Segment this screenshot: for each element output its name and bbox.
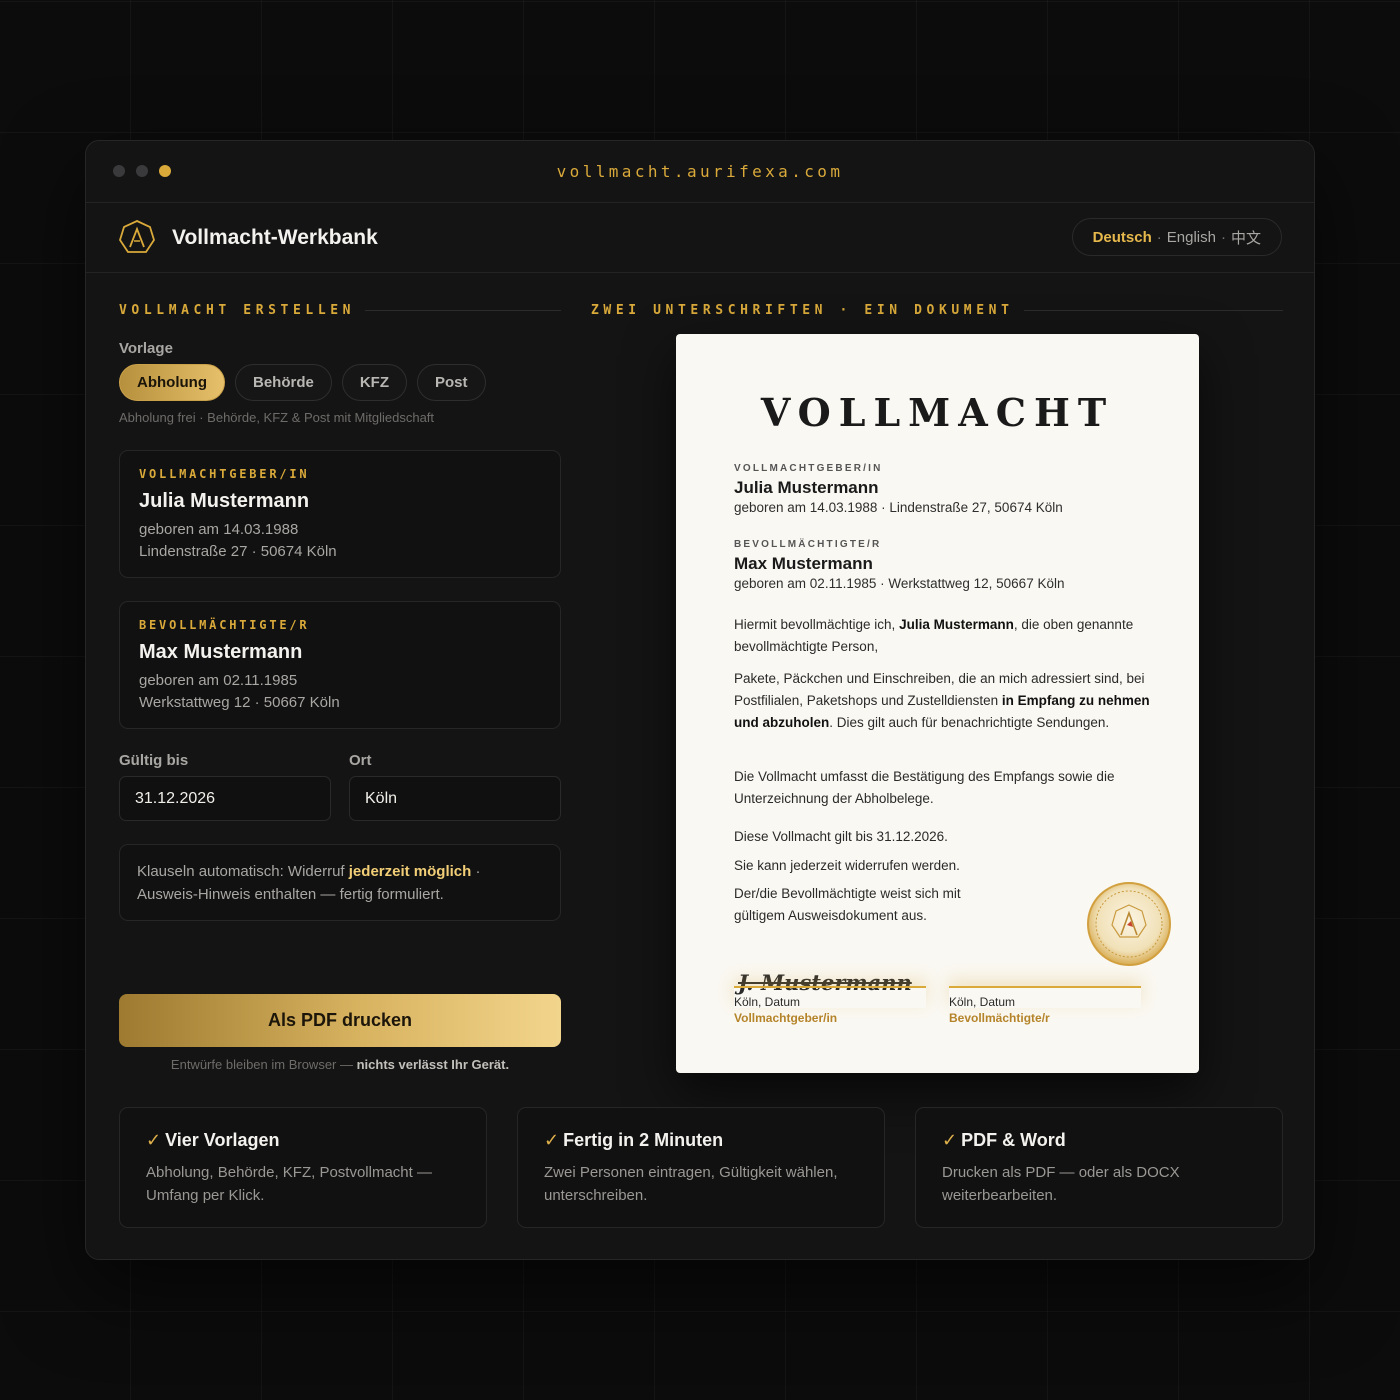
doc-paragraph-4: Diese Vollmacht gilt bis 31.12.2026. [734, 829, 948, 844]
print-pdf-button[interactable]: Als PDF drucken [119, 994, 561, 1047]
grantor-name: Julia Mustermann [139, 490, 310, 512]
agent-name: Max Mustermann [139, 641, 303, 663]
divider [365, 310, 561, 311]
doc-paragraph-6: Der/die Bevollmächtigte weist sich mit g… [734, 886, 961, 923]
feature-desc: Drucken als PDF — oder als DOCX weiterbe… [942, 1164, 1180, 1204]
doc-p1-a: Hiermit bevollmächtige ich, [734, 617, 900, 632]
check-icon: ✓ [544, 1130, 560, 1150]
lang-chinese[interactable]: 中文 [1231, 227, 1261, 248]
check-icon: ✓ [146, 1130, 162, 1150]
app-title: Vollmacht-Werkbank [172, 225, 378, 249]
clause-prefix: Klauseln automatisch: Widerruf [137, 863, 349, 880]
lang-deutsch[interactable]: Deutsch [1093, 229, 1152, 246]
divider [1023, 310, 1283, 311]
place-field[interactable]: Köln [349, 776, 561, 821]
grantor-tag: VOLLMACHTGEBER/IN [139, 467, 310, 481]
grantor-birth: geboren am 14.03.1988 [139, 521, 299, 538]
window-close-dot[interactable] [113, 165, 125, 177]
window-maximize-dot[interactable] [159, 165, 171, 177]
preview-section-heading: ZWEI UNTERSCHRIFTEN · EIN DOKUMENT [591, 303, 1283, 318]
doc-paragraph-1: Hiermit bevollmächtige ich, Julia Muster… [734, 614, 1154, 658]
doc-paragraph-3: Die Vollmacht umfasst die Bestätigung de… [734, 769, 1115, 806]
language-switcher: Deutsch · English · 中文 [1071, 218, 1282, 256]
template-selector: Abholung Behörde KFZ Post [119, 364, 486, 401]
sig2-role: Bevollmächtigte/r [949, 1011, 1050, 1025]
template-pill-post[interactable]: Post [417, 364, 486, 401]
preview-section-title: ZWEI UNTERSCHRIFTEN · EIN DOKUMENT [591, 303, 1014, 318]
feature-title-text: PDF & Word [961, 1130, 1066, 1150]
feature-title-text: Fertig in 2 Minuten [563, 1130, 724, 1150]
browser-titlebar: vollmacht.aurifexa.com [86, 141, 1314, 203]
sig1-role: Vollmachtgeber/in [734, 1011, 838, 1025]
privacy-footnote: Entwürfe bleiben im Browser — nichts ver… [119, 1057, 561, 1072]
doc-grantor-name: Julia Mustermann [734, 478, 879, 497]
valid-until-label: Gültig bis [119, 752, 189, 769]
feature-title: ✓ Vier Vorlagen [146, 1130, 460, 1151]
app-header: Vollmacht-Werkbank Deutsch · English · 中… [86, 203, 1314, 273]
sig1-place: Köln, Datum [734, 995, 801, 1009]
template-label: Vorlage [119, 340, 173, 357]
doc-title: VOLLMACHT [760, 390, 1115, 435]
place-label: Ort [349, 752, 372, 769]
grantor-card[interactable]: VOLLMACHTGEBER/IN Julia Mustermann gebor… [119, 450, 561, 578]
feature-title-text: Vier Vorlagen [165, 1130, 280, 1150]
grantor-address: Lindenstraße 27 · 50674 Köln [139, 543, 337, 560]
clause-info: Klauseln automatisch: Widerruf jederzeit… [119, 844, 561, 921]
agent-tag: BEVOLLMÄCHTIGTE/R [139, 618, 310, 632]
template-pill-abholung[interactable]: Abholung [119, 364, 225, 401]
doc-paragraph-2: Pakete, Päckchen und Einschreiben, die a… [734, 668, 1154, 734]
lang-separator: · [1220, 228, 1226, 246]
url-bar[interactable]: vollmacht.aurifexa.com [557, 162, 844, 181]
doc-p2-c: . Dies gilt auch für benachrichtigte Sen… [829, 715, 1110, 730]
window-minimize-dot[interactable] [136, 165, 148, 177]
app-window: vollmacht.aurifexa.com Vollmacht-Werkban… [85, 140, 1315, 1260]
feature-card-speed: ✓ Fertig in 2 Minuten Zwei Personen eintr… [517, 1107, 885, 1228]
agent-birth: geboren am 02.11.1985 [139, 672, 298, 689]
footnote-prefix: Entwürfe bleiben im Browser — [170, 1057, 357, 1072]
window-controls [113, 165, 171, 177]
lang-english[interactable]: English [1167, 229, 1216, 246]
agent-card[interactable]: BEVOLLMÄCHTIGTE/R Max Mustermann geboren… [119, 601, 561, 729]
seal-icon [1087, 882, 1171, 966]
agent-address: Werkstattweg 12 · 50667 Köln [139, 694, 340, 711]
check-icon: ✓ [942, 1130, 958, 1150]
doc-agent-meta: geboren am 02.11.1985 · Werkstattweg 12,… [734, 576, 1065, 591]
template-pill-behoerde[interactable]: Behörde [234, 364, 332, 401]
sig2-place: Köln, Datum [949, 995, 1016, 1009]
feature-desc: Zwei Personen eintragen, Gültigkeit wähl… [544, 1164, 838, 1204]
clause-highlight: jederzeit möglich [348, 863, 472, 880]
valid-until-field[interactable]: 31.12.2026 [119, 776, 331, 821]
template-pill-kfz[interactable]: KFZ [341, 364, 407, 401]
feature-card-templates: ✓ Vier Vorlagen Abholung, Behörde, KFZ, P… [119, 1107, 487, 1228]
form-section-heading: VOLLMACHT ERSTELLEN [119, 303, 561, 318]
feature-title: ✓ PDF & Word [942, 1130, 1256, 1151]
footnote-bold: nichts verlässt Ihr Gerät. [356, 1057, 510, 1072]
feature-title: ✓ Fertig in 2 Minuten [544, 1130, 858, 1151]
doc-p1-b: Julia Mustermann [899, 617, 1014, 632]
template-hint: Abholung frei · Behörde, KFZ & Post mit … [119, 410, 435, 425]
feature-desc: Abholung, Behörde, KFZ, Postvollmacht — … [146, 1164, 432, 1204]
doc-grantor-meta: geboren am 14.03.1988 · Lindenstraße 27,… [734, 500, 1063, 515]
feature-card-formats: ✓ PDF & Word Drucken als PDF — oder als D… [915, 1107, 1283, 1228]
doc-grantor-label: VOLLMACHTGEBER/IN [734, 463, 883, 474]
form-section-title: VOLLMACHT ERSTELLEN [119, 303, 356, 318]
doc-paragraph-5: Sie kann jederzeit widerrufen werden. [734, 858, 960, 873]
logo-icon [119, 219, 155, 253]
lang-separator: · [1156, 228, 1162, 246]
doc-agent-name: Max Mustermann [734, 554, 873, 573]
document-preview: VOLLMACHT VOLLMACHTGEBER/IN Julia Muster… [676, 334, 1199, 1073]
doc-agent-label: BEVOLLMÄCHTIGTE/R [734, 539, 882, 550]
